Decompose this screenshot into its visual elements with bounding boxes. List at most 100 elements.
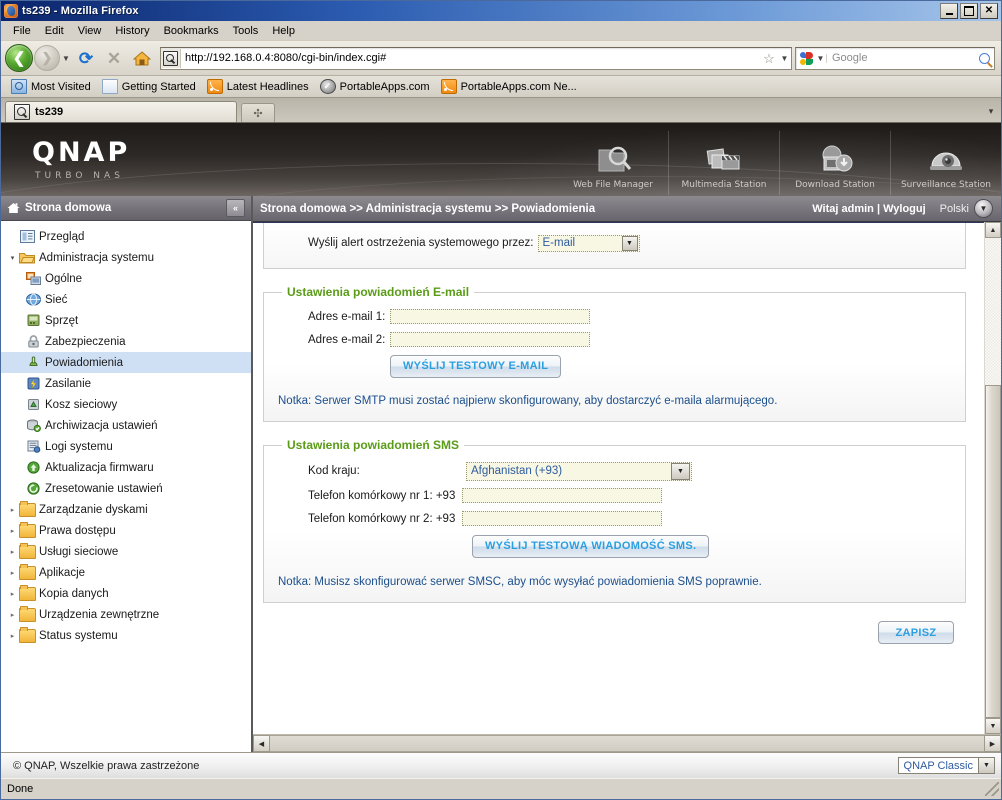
- bookmark-portableapps-news[interactable]: PortableApps.com Ne...: [437, 78, 581, 95]
- menu-view[interactable]: View: [71, 23, 109, 39]
- minimize-button[interactable]: [940, 3, 958, 19]
- mobile-1-input[interactable]: [462, 488, 662, 503]
- search-bar[interactable]: ▼ Google: [795, 46, 995, 70]
- resize-grip-icon[interactable]: [985, 782, 999, 796]
- chevron-right-icon[interactable]: ▸: [7, 569, 18, 577]
- hscrollbar-track[interactable]: [270, 735, 984, 752]
- theme-select[interactable]: QNAP Classic ▼: [897, 757, 995, 774]
- tab-ts239[interactable]: ts239: [5, 101, 237, 122]
- bookmark-latest-headlines[interactable]: Latest Headlines: [203, 78, 313, 95]
- bookmark-label: Getting Started: [121, 80, 196, 93]
- save-button[interactable]: ZAPISZ: [878, 621, 954, 644]
- sidebar-item-label: Urządzenia zewnętrzne: [39, 608, 160, 621]
- sidebar-item-uslugi-sieciowe[interactable]: ▸ Usługi sieciowe: [1, 541, 251, 562]
- scroll-up-button[interactable]: ▲: [985, 222, 1001, 238]
- chevron-down-icon: ▼: [978, 758, 994, 773]
- back-button[interactable]: ❮: [5, 44, 33, 72]
- chevron-right-icon[interactable]: ▸: [7, 611, 18, 619]
- sidebar-item-archiwizacja-ustawien[interactable]: Archiwizacja ustawień: [1, 415, 251, 436]
- chevron-right-icon[interactable]: ▸: [7, 590, 18, 598]
- scroll-right-button[interactable]: ▶: [984, 735, 1001, 752]
- sidebar-item-logi-systemu[interactable]: Logi systemu: [1, 436, 251, 457]
- mobile-2-input[interactable]: [462, 511, 662, 526]
- content-vertical-scrollbar[interactable]: ▲ ▼: [984, 222, 1001, 734]
- alert-method-select[interactable]: E-mail ▼: [537, 234, 640, 252]
- sidebar-item-zasilanie[interactable]: Zasilanie: [1, 373, 251, 394]
- bookmark-most-visited[interactable]: Most Visited: [7, 78, 95, 95]
- chevron-right-icon[interactable]: ▸: [7, 632, 18, 640]
- email-2-input[interactable]: [390, 332, 590, 347]
- sidebar-item-label: Zarządzanie dyskami: [39, 503, 148, 516]
- sidebar-item-aktualizacja-firmwaru[interactable]: Aktualizacja firmwaru: [1, 457, 251, 478]
- sidebar-item-kopia-danych[interactable]: ▸ Kopia danych: [1, 583, 251, 604]
- sidebar-item-zarzadzanie-dyskami[interactable]: ▸ Zarządzanie dyskami: [1, 499, 251, 520]
- bookmark-star-icon[interactable]: ☆: [760, 52, 778, 65]
- email-1-input[interactable]: [390, 309, 590, 324]
- forward-button[interactable]: ❯: [34, 45, 60, 71]
- station-web-file-manager[interactable]: Web File Manager: [558, 131, 668, 195]
- scroll-left-button[interactable]: ◀: [253, 735, 270, 752]
- menu-tools[interactable]: Tools: [226, 23, 266, 39]
- content-horizontal-scrollbar[interactable]: ◀ ▶: [253, 734, 1001, 752]
- send-test-sms-button[interactable]: WYŚLIJ TESTOWĄ WIADOMOŚĆ SMS.: [472, 534, 710, 558]
- history-dropdown-button[interactable]: ▼: [60, 54, 72, 63]
- user-session-label[interactable]: Witaj admin | Wyloguj: [812, 203, 925, 215]
- sidebar-collapse-button[interactable]: «: [226, 199, 245, 217]
- station-download[interactable]: Download Station: [779, 130, 890, 195]
- page-icon: [101, 79, 118, 94]
- sidebar-item-label: Aktualizacja firmwaru: [45, 461, 154, 474]
- bookmark-getting-started[interactable]: Getting Started: [98, 78, 200, 95]
- search-icon[interactable]: [974, 52, 994, 64]
- bookmark-label: Latest Headlines: [226, 80, 309, 93]
- sidebar-item-kosz-sieciowy[interactable]: Kosz sieciowy: [1, 394, 251, 415]
- url-text[interactable]: http://192.168.0.4:8080/cgi-bin/index.cg…: [181, 52, 760, 64]
- language-dropdown-button[interactable]: ▼: [974, 199, 993, 218]
- close-button[interactable]: ✕: [980, 3, 998, 19]
- station-multimedia[interactable]: Multimedia Station: [668, 130, 779, 195]
- station-surveillance[interactable]: Surveillance Station: [890, 130, 1001, 195]
- sidebar-item-aplikacje[interactable]: ▸ Aplikacje: [1, 562, 251, 583]
- scrollbar-track[interactable]: [985, 238, 1001, 718]
- qnap-logo[interactable]: QNAP TURBO NAS: [32, 139, 130, 181]
- sidebar-item-sprzet[interactable]: Sprzęt: [1, 310, 251, 331]
- sidebar-item-ogolne[interactable]: Ogólne: [1, 268, 251, 289]
- breadcrumb[interactable]: Strona domowa >> Administracja systemu >…: [260, 203, 595, 215]
- tab-list-button[interactable]: ▾: [983, 102, 999, 120]
- sidebar-item-prawa-dostepu[interactable]: ▸ Prawa dostępu: [1, 520, 251, 541]
- chevron-down-icon[interactable]: ▾: [7, 254, 18, 262]
- sidebar-item-administracja-systemu[interactable]: ▾ Administracja systemu: [1, 247, 251, 268]
- chevron-right-icon[interactable]: ▸: [7, 506, 18, 514]
- sidebar-item-zabezpieczenia[interactable]: Zabezpieczenia: [1, 331, 251, 352]
- menu-file[interactable]: File: [6, 23, 38, 39]
- chevron-right-icon[interactable]: ▸: [7, 527, 18, 535]
- menu-history[interactable]: History: [108, 23, 156, 39]
- new-tab-button[interactable]: ✣: [241, 103, 275, 122]
- menu-bookmarks[interactable]: Bookmarks: [157, 23, 226, 39]
- maximize-button[interactable]: [960, 3, 978, 19]
- chevron-right-icon[interactable]: ▸: [7, 548, 18, 556]
- site-identity-button[interactable]: [161, 48, 181, 68]
- email-note: Notka: Serwer SMTP musi zostać najpierw …: [278, 395, 778, 407]
- scrollbar-thumb[interactable]: [985, 385, 1001, 718]
- sidebar-item-zresetowanie-ustawien[interactable]: Zresetowanie ustawień: [1, 478, 251, 499]
- sidebar-item-przeglad[interactable]: Przegląd: [1, 226, 251, 247]
- reload-button[interactable]: ⟳: [73, 45, 99, 71]
- general-icon: [24, 272, 42, 285]
- sidebar-item-powiadomienia[interactable]: Powiadomienia: [1, 352, 251, 373]
- sidebar-item-siec[interactable]: Sieć: [1, 289, 251, 310]
- search-engine-dropdown-icon[interactable]: ▼: [815, 53, 827, 63]
- url-dropdown-icon[interactable]: ▼: [778, 54, 791, 63]
- clipped-row-above: [264, 223, 965, 231]
- home-button[interactable]: [129, 45, 155, 71]
- scroll-down-button[interactable]: ▼: [985, 718, 1001, 734]
- stop-button[interactable]: ✕: [101, 45, 127, 71]
- address-bar[interactable]: http://192.168.0.4:8080/cgi-bin/index.cg…: [160, 46, 792, 70]
- bookmark-portableapps[interactable]: PortableApps.com: [316, 78, 434, 95]
- sidebar-item-urzadzenia-zewnetrzne[interactable]: ▸ Urządzenia zewnętrzne: [1, 604, 251, 625]
- send-test-email-button[interactable]: WYŚLIJ TESTOWY E-MAIL: [390, 354, 562, 378]
- country-code-select[interactable]: Afghanistan (+93) ▼: [466, 461, 692, 481]
- sidebar-item-status-systemu[interactable]: ▸ Status systemu: [1, 625, 251, 646]
- search-input[interactable]: Google: [827, 52, 974, 64]
- menu-edit[interactable]: Edit: [38, 23, 71, 39]
- menu-help[interactable]: Help: [265, 23, 302, 39]
